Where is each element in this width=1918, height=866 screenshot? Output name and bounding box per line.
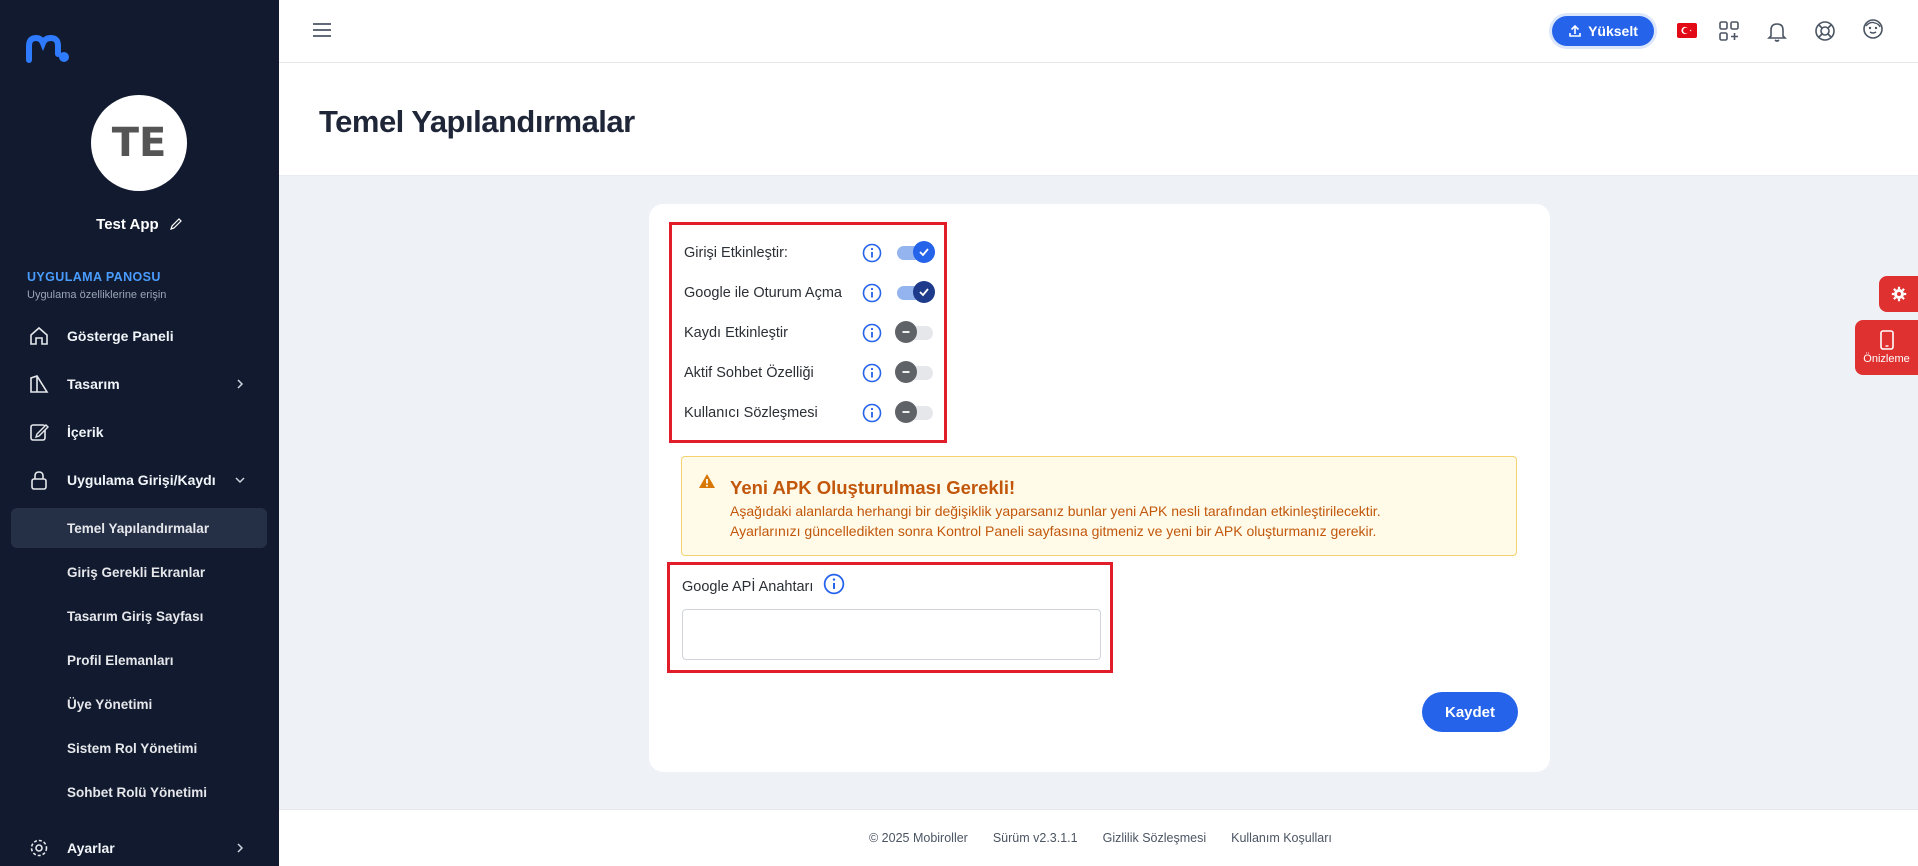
check-icon [913, 241, 935, 263]
gear-icon [1891, 286, 1906, 302]
preview-button[interactable]: Önizleme [1855, 320, 1918, 375]
alert-text-line: Ayarlarınızı güncelledikten sonra Kontro… [730, 523, 1377, 539]
footer-terms-link[interactable]: Kullanım Koşulları [1231, 831, 1332, 845]
app-name-label: Test App [96, 216, 159, 233]
enable-login-switch[interactable] [897, 241, 935, 263]
settings-card: Girişi Etkinleştir: Google ile Oturum Aç… [649, 204, 1550, 772]
avatar: TE [91, 95, 187, 191]
sidebar-subitem-design-login-page[interactable]: Tasarım Giriş Sayfası [11, 596, 267, 636]
page-title: Temel Yapılandırmalar [319, 104, 635, 139]
pencil-icon[interactable] [169, 217, 183, 231]
info-icon[interactable] [823, 573, 845, 595]
minus-icon [895, 361, 917, 383]
sidebar-item-settings[interactable]: Ayarlar [11, 828, 267, 866]
toggle-row-active-chat: Aktif Sohbet Özelliği [684, 361, 944, 385]
save-button[interactable]: Kaydet [1422, 692, 1518, 732]
toggle-label: Kaydı Etkinleştir [684, 325, 788, 341]
page-header: Temel Yapılandırmalar [279, 63, 1918, 176]
chevron-right-icon [237, 843, 244, 853]
info-icon[interactable] [862, 363, 882, 383]
sidebar-item-label: Tasarım [67, 376, 120, 392]
toggle-row-enable-login: Girişi Etkinleştir: [684, 241, 944, 265]
footer-privacy-link[interactable]: Gizlilik Sözleşmesi [1103, 831, 1207, 845]
toggle-row-user-agreement: Kullanıcı Sözleşmesi [684, 401, 944, 425]
sidebar-item-content[interactable]: İçerik [11, 412, 267, 452]
chevron-right-icon [237, 379, 244, 389]
alert-title: Yeni APK Oluşturulması Gerekli! [730, 477, 1016, 498]
topbar: Yükselt [279, 0, 1918, 63]
toggle-group: Girişi Etkinleştir: Google ile Oturum Aç… [669, 222, 947, 443]
sidebar-item-app-login[interactable]: Uygulama Girişi/Kaydı [11, 460, 267, 500]
sidebar-item-dashboard[interactable]: Gösterge Paneli [11, 316, 267, 356]
edit-icon [27, 420, 51, 444]
toggle-label: Google ile Oturum Açma [684, 285, 842, 301]
google-api-key-input[interactable] [682, 609, 1101, 660]
upload-icon [1569, 24, 1581, 37]
sidebar-subitem-basic-config[interactable]: Temel Yapılandırmalar [11, 508, 267, 548]
sidebar-item-label: Gösterge Paneli [67, 328, 174, 344]
turkish-flag-icon[interactable] [1677, 23, 1697, 38]
footer-version: Sürüm v2.3.1.1 [992, 831, 1078, 845]
bell-icon[interactable] [1765, 19, 1789, 43]
floating-settings-button[interactable] [1879, 276, 1918, 312]
minus-icon [895, 401, 917, 423]
upgrade-label: Yükselt [1588, 23, 1638, 39]
sidebar-item-label: Ayarlar [67, 840, 115, 856]
user-avatar-icon[interactable] [1861, 17, 1885, 41]
warning-triangle-icon [699, 474, 715, 488]
alert-text-line: Aşağıdaki alanlarda herhangi bir değişik… [730, 503, 1381, 519]
google-api-key-label: Google APİ Anahtarı [682, 579, 814, 595]
enable-register-switch[interactable] [895, 321, 933, 343]
preview-label: Önizleme [1863, 353, 1910, 365]
info-icon[interactable] [862, 403, 882, 423]
footer: © 2025 Mobiroller Sürüm v2.3.1.1 Gizlili… [279, 809, 1918, 866]
sidebar-subitem-login-required-screens[interactable]: Giriş Gerekli Ekranlar [11, 552, 267, 592]
section-title: UYGULAMA PANOSU [27, 270, 161, 284]
apk-warning-alert: Yeni APK Oluşturulması Gerekli! Aşağıdak… [681, 456, 1517, 556]
sidebar-subitem-member-management[interactable]: Üye Yönetimi [11, 684, 267, 724]
toggle-label: Aktif Sohbet Özelliği [684, 365, 814, 381]
sidebar-item-label: Uygulama Girişi/Kaydı [67, 472, 216, 488]
chevron-down-icon [235, 477, 245, 484]
hamburger-menu-icon[interactable] [312, 22, 332, 38]
info-icon[interactable] [862, 243, 882, 263]
toggle-label: Girişi Etkinleştir: [684, 245, 788, 261]
help-lifebuoy-icon[interactable] [1813, 19, 1837, 43]
google-signin-switch[interactable] [897, 281, 935, 303]
user-agreement-switch[interactable] [895, 401, 933, 423]
phone-icon [1879, 330, 1894, 350]
footer-copyright: © 2025 Mobiroller [869, 831, 968, 845]
sidebar-subitem-system-role-management[interactable]: Sistem Rol Yönetimi [11, 728, 267, 768]
toggle-row-enable-register: Kaydı Etkinleştir [684, 321, 944, 345]
design-icon [27, 372, 51, 396]
google-api-key-group: Google APİ Anahtarı [667, 562, 1113, 673]
minus-icon [895, 321, 917, 343]
lock-icon [27, 468, 51, 492]
sidebar: TE Test App UYGULAMA PANOSU Uygulama öze… [0, 0, 279, 866]
home-icon [27, 324, 51, 348]
upgrade-button[interactable]: Yükselt [1552, 16, 1654, 46]
toggle-label: Kullanıcı Sözleşmesi [684, 405, 818, 421]
info-icon[interactable] [862, 283, 882, 303]
sidebar-item-label: İçerik [67, 424, 104, 440]
toggle-row-google-signin: Google ile Oturum Açma [684, 281, 944, 305]
app-name[interactable]: Test App [0, 216, 279, 233]
sidebar-subitem-profile-elements[interactable]: Profil Elemanları [11, 640, 267, 680]
check-icon [913, 281, 935, 303]
active-chat-switch[interactable] [895, 361, 933, 383]
info-icon[interactable] [862, 323, 882, 343]
gear-icon [27, 836, 51, 860]
sidebar-subitem-chat-role-management[interactable]: Sohbet Rolü Yönetimi [11, 772, 267, 812]
mobiroller-logo-icon[interactable] [26, 34, 70, 64]
sidebar-item-design[interactable]: Tasarım [11, 364, 267, 404]
section-subtitle: Uygulama özelliklerine erişin [27, 289, 167, 301]
apps-grid-icon[interactable] [1717, 19, 1741, 43]
